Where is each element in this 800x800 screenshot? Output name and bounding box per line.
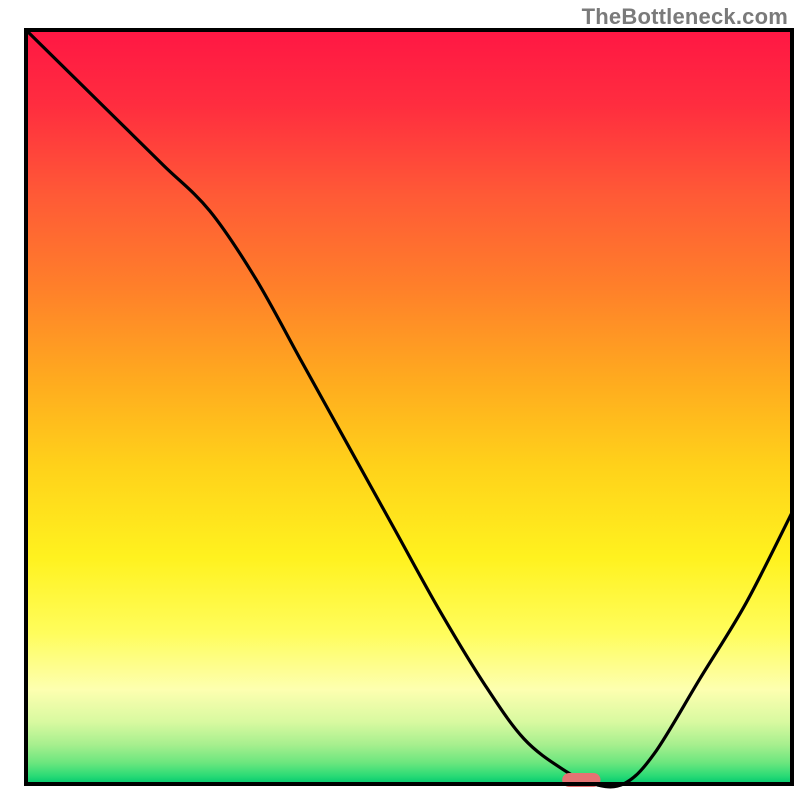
bottleneck-chart (0, 0, 800, 800)
chart-container: TheBottleneck.com (0, 0, 800, 800)
watermark-text: TheBottleneck.com (582, 4, 788, 30)
